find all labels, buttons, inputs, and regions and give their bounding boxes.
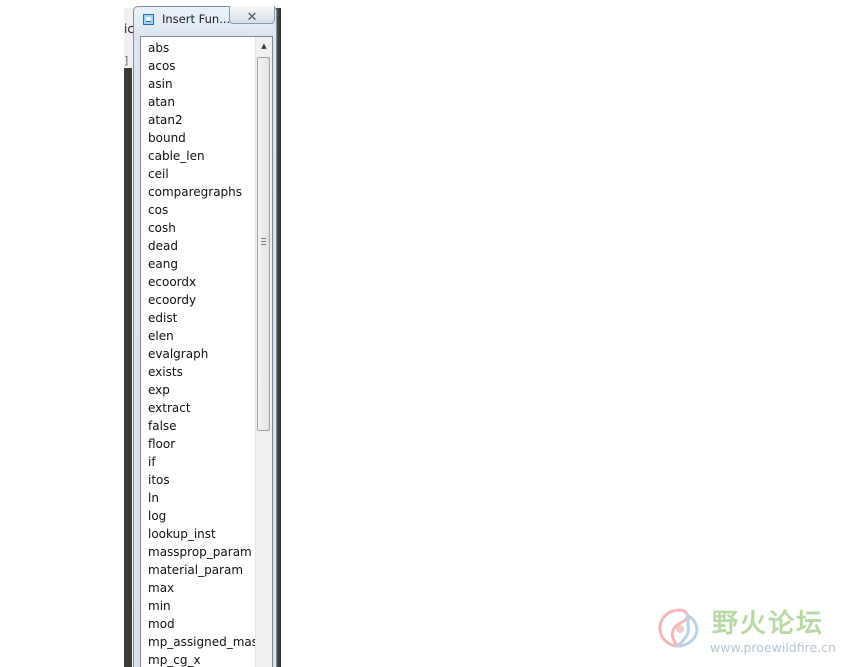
list-item[interactable]: abs bbox=[141, 39, 255, 57]
list-item[interactable]: atan2 bbox=[141, 111, 255, 129]
list-item[interactable]: if bbox=[141, 453, 255, 471]
close-button[interactable]: ✕ bbox=[229, 6, 275, 25]
list-item[interactable]: min bbox=[141, 597, 255, 615]
list-item[interactable]: ecoordx bbox=[141, 273, 255, 291]
list-item[interactable]: ecoordy bbox=[141, 291, 255, 309]
list-item[interactable]: atan bbox=[141, 93, 255, 111]
list-item[interactable]: ceil bbox=[141, 165, 255, 183]
list-item[interactable]: extract bbox=[141, 399, 255, 417]
watermark: 野火论坛 www.proewildfire.cn bbox=[654, 600, 854, 660]
list-item[interactable]: mod bbox=[141, 615, 255, 633]
list-item[interactable]: floor bbox=[141, 435, 255, 453]
background-app-toolbar-fragment: ] bbox=[124, 54, 129, 67]
list-item[interactable]: cosh bbox=[141, 219, 255, 237]
watermark-logo-icon bbox=[658, 608, 699, 648]
list-item[interactable]: itos bbox=[141, 471, 255, 489]
scroll-up-arrow-icon[interactable]: ▲ bbox=[256, 37, 272, 55]
close-icon: ✕ bbox=[246, 10, 258, 25]
list-item[interactable]: acos bbox=[141, 57, 255, 75]
list-item[interactable]: cable_len bbox=[141, 147, 255, 165]
list-item[interactable]: exp bbox=[141, 381, 255, 399]
window-icon bbox=[143, 14, 154, 25]
list-item[interactable]: massprop_param bbox=[141, 543, 255, 561]
list-item[interactable]: comparegraphs bbox=[141, 183, 255, 201]
list-item[interactable]: bound bbox=[141, 129, 255, 147]
dialog-titlebar[interactable]: Insert Fun... ✕ bbox=[134, 6, 276, 33]
list-item[interactable]: dead bbox=[141, 237, 255, 255]
list-item[interactable]: ln bbox=[141, 489, 255, 507]
list-item[interactable]: elen bbox=[141, 327, 255, 345]
list-item[interactable]: evalgraph bbox=[141, 345, 255, 363]
list-item[interactable]: false bbox=[141, 417, 255, 435]
watermark-url: www.proewildfire.cn bbox=[710, 640, 836, 655]
vertical-scrollbar[interactable]: ▲ bbox=[255, 37, 272, 667]
dialog-title: Insert Fun... bbox=[162, 12, 231, 26]
list-item[interactable]: mp_assigned_mass bbox=[141, 633, 264, 651]
list-item[interactable]: edist bbox=[141, 309, 255, 327]
background-window-edge bbox=[124, 68, 132, 667]
scroll-thumb[interactable] bbox=[257, 57, 270, 431]
list-item[interactable]: lookup_inst bbox=[141, 525, 255, 543]
grip-lines-icon bbox=[261, 238, 266, 245]
screen: ic ] Insert Fun... ✕ abs acos asin atan atan… bbox=[0, 0, 864, 667]
function-list: abs acos asin atan atan2 bound cable_len ceil co… bbox=[141, 39, 264, 667]
list-item[interactable]: cos bbox=[141, 201, 255, 219]
list-item[interactable]: max bbox=[141, 579, 255, 597]
insert-function-dialog: Insert Fun... ✕ abs acos asin atan atan2 boun… bbox=[133, 6, 277, 667]
list-item[interactable]: material_param bbox=[141, 561, 255, 579]
list-item[interactable]: log bbox=[141, 507, 255, 525]
list-item[interactable]: eang bbox=[141, 255, 255, 273]
list-item[interactable]: mp_cg_x bbox=[141, 651, 255, 667]
list-item[interactable]: exists bbox=[141, 363, 255, 381]
list-item[interactable]: asin bbox=[141, 75, 255, 93]
function-listbox[interactable]: abs acos asin atan atan2 bound cable_len ceil co… bbox=[140, 36, 273, 667]
watermark-title: 野火论坛 bbox=[712, 609, 825, 639]
